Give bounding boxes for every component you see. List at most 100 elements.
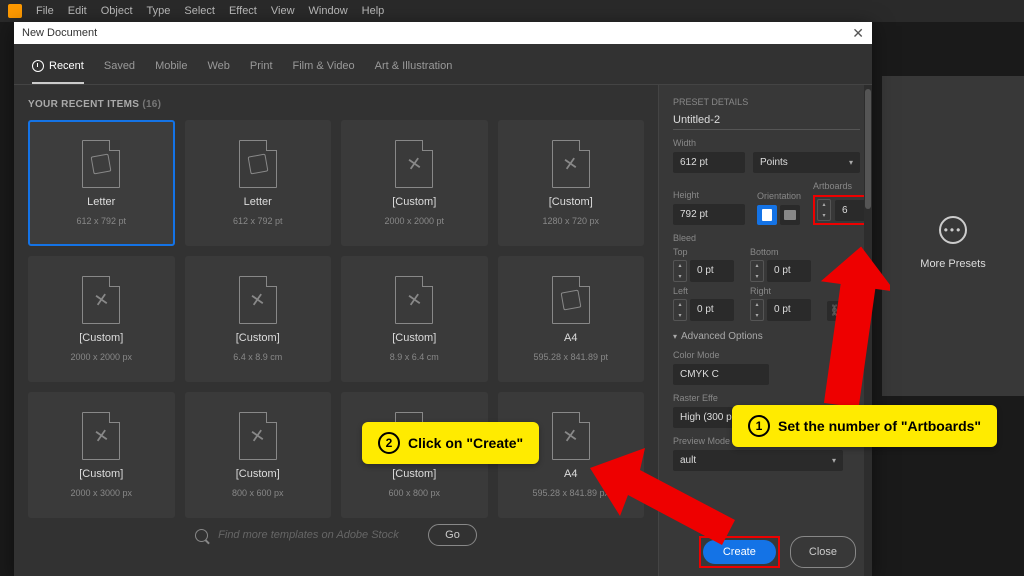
more-presets-label: More Presets bbox=[920, 258, 985, 270]
preset-thumb-icon: ✕ bbox=[395, 140, 433, 188]
units-select[interactable]: Points▾ bbox=[753, 152, 860, 173]
color-mode-select[interactable]: CMYK C bbox=[673, 364, 769, 385]
preset-name: A4 bbox=[564, 468, 577, 480]
preset-thumb-icon: ✕ bbox=[82, 276, 120, 324]
preset-thumb-icon: ✕ bbox=[82, 412, 120, 460]
menu-item[interactable]: Select bbox=[184, 5, 215, 17]
height-label: Height bbox=[673, 190, 745, 200]
ai-logo-icon bbox=[8, 4, 22, 18]
preset-dimensions: 1280 x 720 px bbox=[542, 216, 599, 226]
menu-item[interactable]: Edit bbox=[68, 5, 87, 17]
preset-name: [Custom] bbox=[392, 196, 436, 208]
preset-thumb-icon: ✕ bbox=[395, 276, 433, 324]
annotation-1: 1Set the number of "Artboards" bbox=[732, 405, 997, 447]
arrow-1 bbox=[800, 245, 890, 410]
preset-name: [Custom] bbox=[236, 332, 280, 344]
search-icon bbox=[195, 529, 208, 542]
bleed-right-stepper[interactable]: ▴▾ bbox=[750, 299, 764, 321]
document-name-field[interactable]: Untitled-2 bbox=[673, 111, 860, 130]
preset-thumb-icon: ✕ bbox=[552, 412, 590, 460]
preset-name: Letter bbox=[244, 196, 272, 208]
menu-item[interactable]: Help bbox=[362, 5, 385, 17]
scrollbar[interactable] bbox=[865, 89, 871, 209]
more-presets-panel: ••• More Presets bbox=[882, 76, 1024, 396]
preset-item[interactable]: ✕ [Custom] 2000 x 3000 px bbox=[28, 392, 175, 518]
menu-item[interactable]: Object bbox=[101, 5, 133, 17]
preset-item[interactable]: Letter 612 x 792 pt bbox=[185, 120, 332, 246]
preset-item[interactable]: ✕ [Custom] 800 x 600 px bbox=[185, 392, 332, 518]
new-document-dialog: New Document ✕ Recent Saved Mobile Web P… bbox=[14, 22, 872, 576]
more-presets-icon[interactable]: ••• bbox=[939, 216, 967, 244]
preset-thumb-icon bbox=[239, 140, 277, 188]
preset-item[interactable]: ✕ [Custom] 2000 x 2000 pt bbox=[341, 120, 488, 246]
menu-item[interactable]: Window bbox=[309, 5, 348, 17]
tab-print[interactable]: Print bbox=[250, 54, 273, 84]
preset-dimensions: 800 x 600 px bbox=[232, 488, 284, 498]
dialog-title: New Document bbox=[22, 27, 97, 39]
dialog-titlebar: New Document ✕ bbox=[14, 22, 872, 44]
preset-name: [Custom] bbox=[236, 468, 280, 480]
category-tabs: Recent Saved Mobile Web Print Film & Vid… bbox=[14, 44, 872, 85]
width-field[interactable]: 612 pt bbox=[673, 152, 745, 173]
height-field[interactable]: 792 pt bbox=[673, 204, 745, 225]
recent-heading: YOUR RECENT ITEMS (16) bbox=[28, 99, 644, 110]
preset-thumb-icon bbox=[552, 276, 590, 324]
menu-item[interactable]: Type bbox=[147, 5, 171, 17]
preset-item[interactable]: A4 595.28 x 841.89 pt bbox=[498, 256, 645, 382]
preset-thumb-icon: ✕ bbox=[239, 412, 277, 460]
preset-name: [Custom] bbox=[79, 468, 123, 480]
preset-name: [Custom] bbox=[392, 332, 436, 344]
preset-name: A4 bbox=[564, 332, 577, 344]
width-label: Width bbox=[673, 138, 860, 148]
preset-name: [Custom] bbox=[549, 196, 593, 208]
close-button[interactable]: Close bbox=[790, 536, 856, 568]
orientation-landscape[interactable] bbox=[780, 205, 800, 225]
preset-thumb-icon bbox=[82, 140, 120, 188]
preset-thumb-icon: ✕ bbox=[239, 276, 277, 324]
preset-item[interactable]: ✕ [Custom] 1280 x 720 px bbox=[498, 120, 645, 246]
preset-dimensions: 8.9 x 6.4 cm bbox=[390, 352, 439, 362]
bleed-label: Bleed bbox=[673, 233, 860, 243]
preset-dimensions: 2000 x 2000 px bbox=[70, 352, 132, 362]
preset-dimensions: 600 x 800 px bbox=[388, 488, 440, 498]
menu-item[interactable]: View bbox=[271, 5, 295, 17]
preset-dimensions: 612 x 792 pt bbox=[76, 216, 126, 226]
preset-dimensions: 2000 x 2000 pt bbox=[384, 216, 444, 226]
app-menubar: File Edit Object Type Select Effect View… bbox=[0, 0, 1024, 22]
tab-web[interactable]: Web bbox=[207, 54, 229, 84]
stock-search-input[interactable] bbox=[218, 529, 418, 541]
clock-icon bbox=[32, 60, 44, 72]
bleed-top-stepper[interactable]: ▴▾ bbox=[673, 260, 687, 282]
preset-dimensions: 595.28 x 841.89 pt bbox=[533, 352, 608, 362]
menu-item[interactable]: File bbox=[36, 5, 54, 17]
bleed-left-stepper[interactable]: ▴▾ bbox=[673, 299, 687, 321]
preset-name: [Custom] bbox=[79, 332, 123, 344]
menu-item[interactable]: Effect bbox=[229, 5, 257, 17]
preset-dimensions: 6.4 x 8.9 cm bbox=[233, 352, 282, 362]
preset-name: Letter bbox=[87, 196, 115, 208]
bleed-top-field[interactable]: 0 pt bbox=[690, 260, 734, 282]
preset-dimensions: 2000 x 3000 px bbox=[70, 488, 132, 498]
preset-item[interactable]: ✕ [Custom] 2000 x 2000 px bbox=[28, 256, 175, 382]
orientation-portrait[interactable] bbox=[757, 205, 777, 225]
orientation-label: Orientation bbox=[757, 191, 801, 201]
tab-film-video[interactable]: Film & Video bbox=[293, 54, 355, 84]
arrow-2 bbox=[590, 448, 740, 558]
annotation-2: 2Click on "Create" bbox=[362, 422, 539, 464]
preset-details-heading: PRESET DETAILS bbox=[673, 97, 860, 107]
tab-art-illustration[interactable]: Art & Illustration bbox=[375, 54, 453, 84]
preset-item[interactable]: Letter 612 x 792 pt bbox=[28, 120, 175, 246]
artboards-stepper[interactable]: ▴▾ bbox=[817, 199, 831, 221]
preset-item[interactable]: ✕ [Custom] 8.9 x 6.4 cm bbox=[341, 256, 488, 382]
tab-mobile[interactable]: Mobile bbox=[155, 54, 187, 84]
preset-thumb-icon: ✕ bbox=[552, 140, 590, 188]
bleed-left-field[interactable]: 0 pt bbox=[690, 299, 734, 321]
close-icon[interactable]: ✕ bbox=[852, 25, 864, 42]
preset-name: [Custom] bbox=[392, 468, 436, 480]
bleed-bottom-stepper[interactable]: ▴▾ bbox=[750, 260, 764, 282]
preset-item[interactable]: ✕ [Custom] 6.4 x 8.9 cm bbox=[185, 256, 332, 382]
go-button[interactable]: Go bbox=[428, 524, 477, 546]
tab-saved[interactable]: Saved bbox=[104, 54, 135, 84]
tab-recent[interactable]: Recent bbox=[32, 54, 84, 84]
preset-dimensions: 612 x 792 pt bbox=[233, 216, 283, 226]
